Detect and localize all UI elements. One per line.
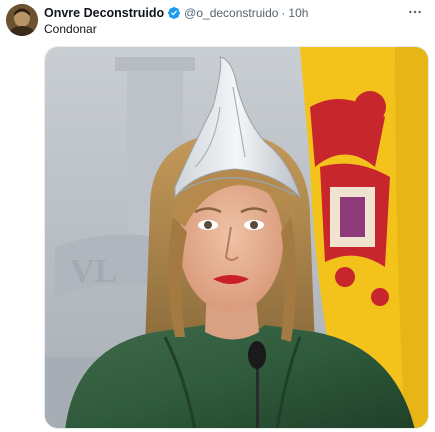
author-avatar[interactable] — [6, 4, 38, 36]
photo-image: VL — [45, 47, 428, 428]
author-handle[interactable]: @o_deconstruido — [184, 4, 278, 22]
tweet-photo[interactable]: VL — [44, 46, 429, 429]
verified-badge-icon — [167, 6, 181, 20]
header-separator: · — [281, 6, 286, 20]
tweet: Onvre Deconstruido @o_deconstruido · 10h… — [0, 0, 435, 432]
more-options-button[interactable] — [405, 3, 425, 21]
tweet-timestamp[interactable]: 10h — [288, 4, 308, 22]
avatar-image — [6, 4, 38, 36]
more-options-icon — [409, 10, 421, 14]
tweet-text: Condonar — [44, 22, 97, 36]
author-display-name[interactable]: Onvre Deconstruido — [44, 4, 164, 22]
svg-text:VL: VL — [70, 253, 117, 290]
tweet-header: Onvre Deconstruido @o_deconstruido · 10h — [44, 4, 308, 22]
